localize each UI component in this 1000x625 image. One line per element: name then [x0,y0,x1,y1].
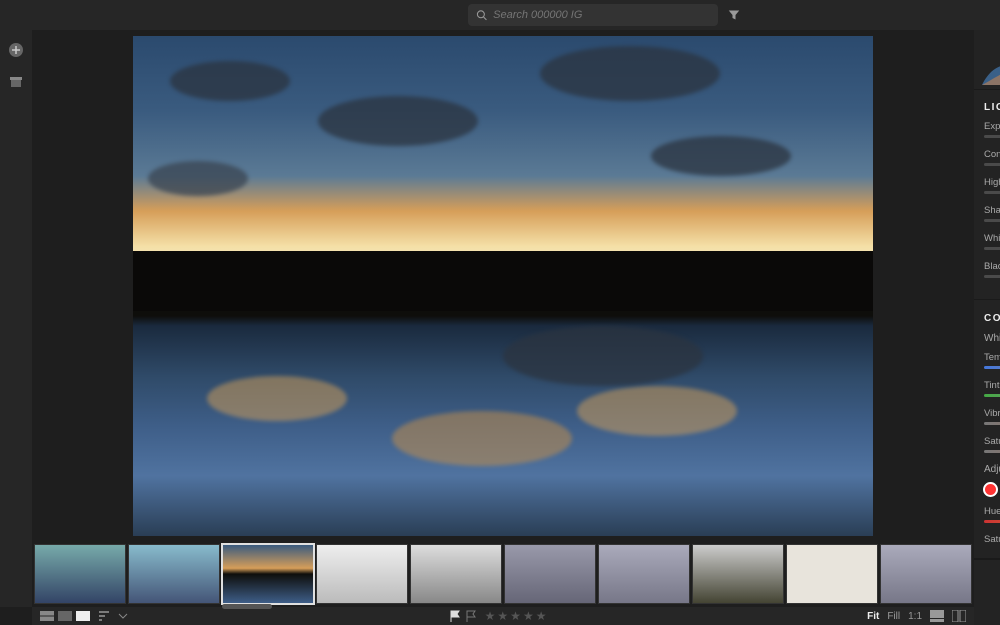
swatch-red[interactable] [984,483,997,496]
compare-icon[interactable] [952,610,966,622]
filmstrip-toggle-icon[interactable] [930,610,944,622]
filmstrip [32,542,974,607]
search-icon [476,9,487,21]
sort-icon[interactable] [98,610,110,622]
filmstrip-thumb-selected[interactable] [222,544,314,604]
color-title: COLOR [984,313,1000,324]
light-title: LIGHT [984,102,1000,113]
main-area [32,30,974,607]
hue-slider[interactable]: Hue+ 8 [984,506,1000,523]
single-view-button[interactable] [76,611,90,621]
color-section: COLOR B & W White Balance As Shot Temp48… [974,300,1000,559]
filmstrip-thumb[interactable] [786,544,878,604]
temp-slider[interactable]: Temp4800 [984,352,1000,369]
filmstrip-thumb[interactable] [128,544,220,604]
zoom-1to1[interactable]: 1:1 [908,611,922,622]
color-swatches [984,483,1000,496]
chevron-down-icon[interactable] [118,611,128,621]
filmstrip-thumb[interactable] [692,544,784,604]
preview-image [133,36,873,536]
filmstrip-thumb[interactable] [504,544,596,604]
shadows-slider[interactable]: Shadows+ 26 [984,205,1000,222]
adjust-label: Adjust [984,464,1000,475]
flag-picked-icon[interactable] [449,610,461,622]
highlights-slider[interactable]: Highlights– 49 [984,177,1000,194]
grid-large-button[interactable] [58,611,72,621]
top-bar [0,0,1000,30]
filmstrip-thumb[interactable] [34,544,126,604]
filmstrip-thumb[interactable] [598,544,690,604]
zoom-fill[interactable]: Fill [887,611,900,622]
filmstrip-thumb[interactable] [316,544,408,604]
saturation-slider[interactable]: Saturation0 [984,436,1000,453]
archive-icon[interactable] [8,74,24,90]
flag-rejected-icon[interactable] [465,610,477,622]
edit-panel: LIGHT AUTO Exposure+ 0.26 Contrast– 32 H… [974,30,1000,625]
add-icon[interactable] [8,42,24,58]
photo-viewer[interactable] [32,30,974,542]
histogram[interactable] [974,30,1000,90]
star-rating[interactable]: ★★★★★ [485,609,547,623]
tint-slider[interactable]: Tint+ 6 [984,380,1000,397]
wb-label: White Balance [984,333,1000,344]
whites-slider[interactable]: Whites0 [984,233,1000,250]
zoom-fit[interactable]: Fit [867,611,879,622]
left-rail [0,30,32,607]
filter-icon[interactable] [728,9,740,21]
contrast-slider[interactable]: Contrast– 32 [984,149,1000,166]
grid-small-button[interactable] [40,611,54,621]
presets-button[interactable]: Presets [974,559,1000,583]
search-field[interactable] [468,4,718,26]
search-input[interactable] [493,9,710,21]
view-mode-group [40,611,90,621]
exposure-slider[interactable]: Exposure+ 0.26 [984,121,1000,138]
filmstrip-thumb[interactable] [410,544,502,604]
filmstrip-thumb[interactable] [880,544,972,604]
filmstrip-scrollbar[interactable] [222,604,272,609]
vibrance-slider[interactable]: Vibrance+ 50 [984,408,1000,425]
light-section: LIGHT AUTO Exposure+ 0.26 Contrast– 32 H… [974,90,1000,300]
bottom-toolbar: ★★★★★ Fit Fill 1:1 [32,607,974,625]
saturation2-slider[interactable]: Saturation+ 17 [984,534,1000,545]
blacks-slider[interactable]: Blacks0 [984,261,1000,278]
